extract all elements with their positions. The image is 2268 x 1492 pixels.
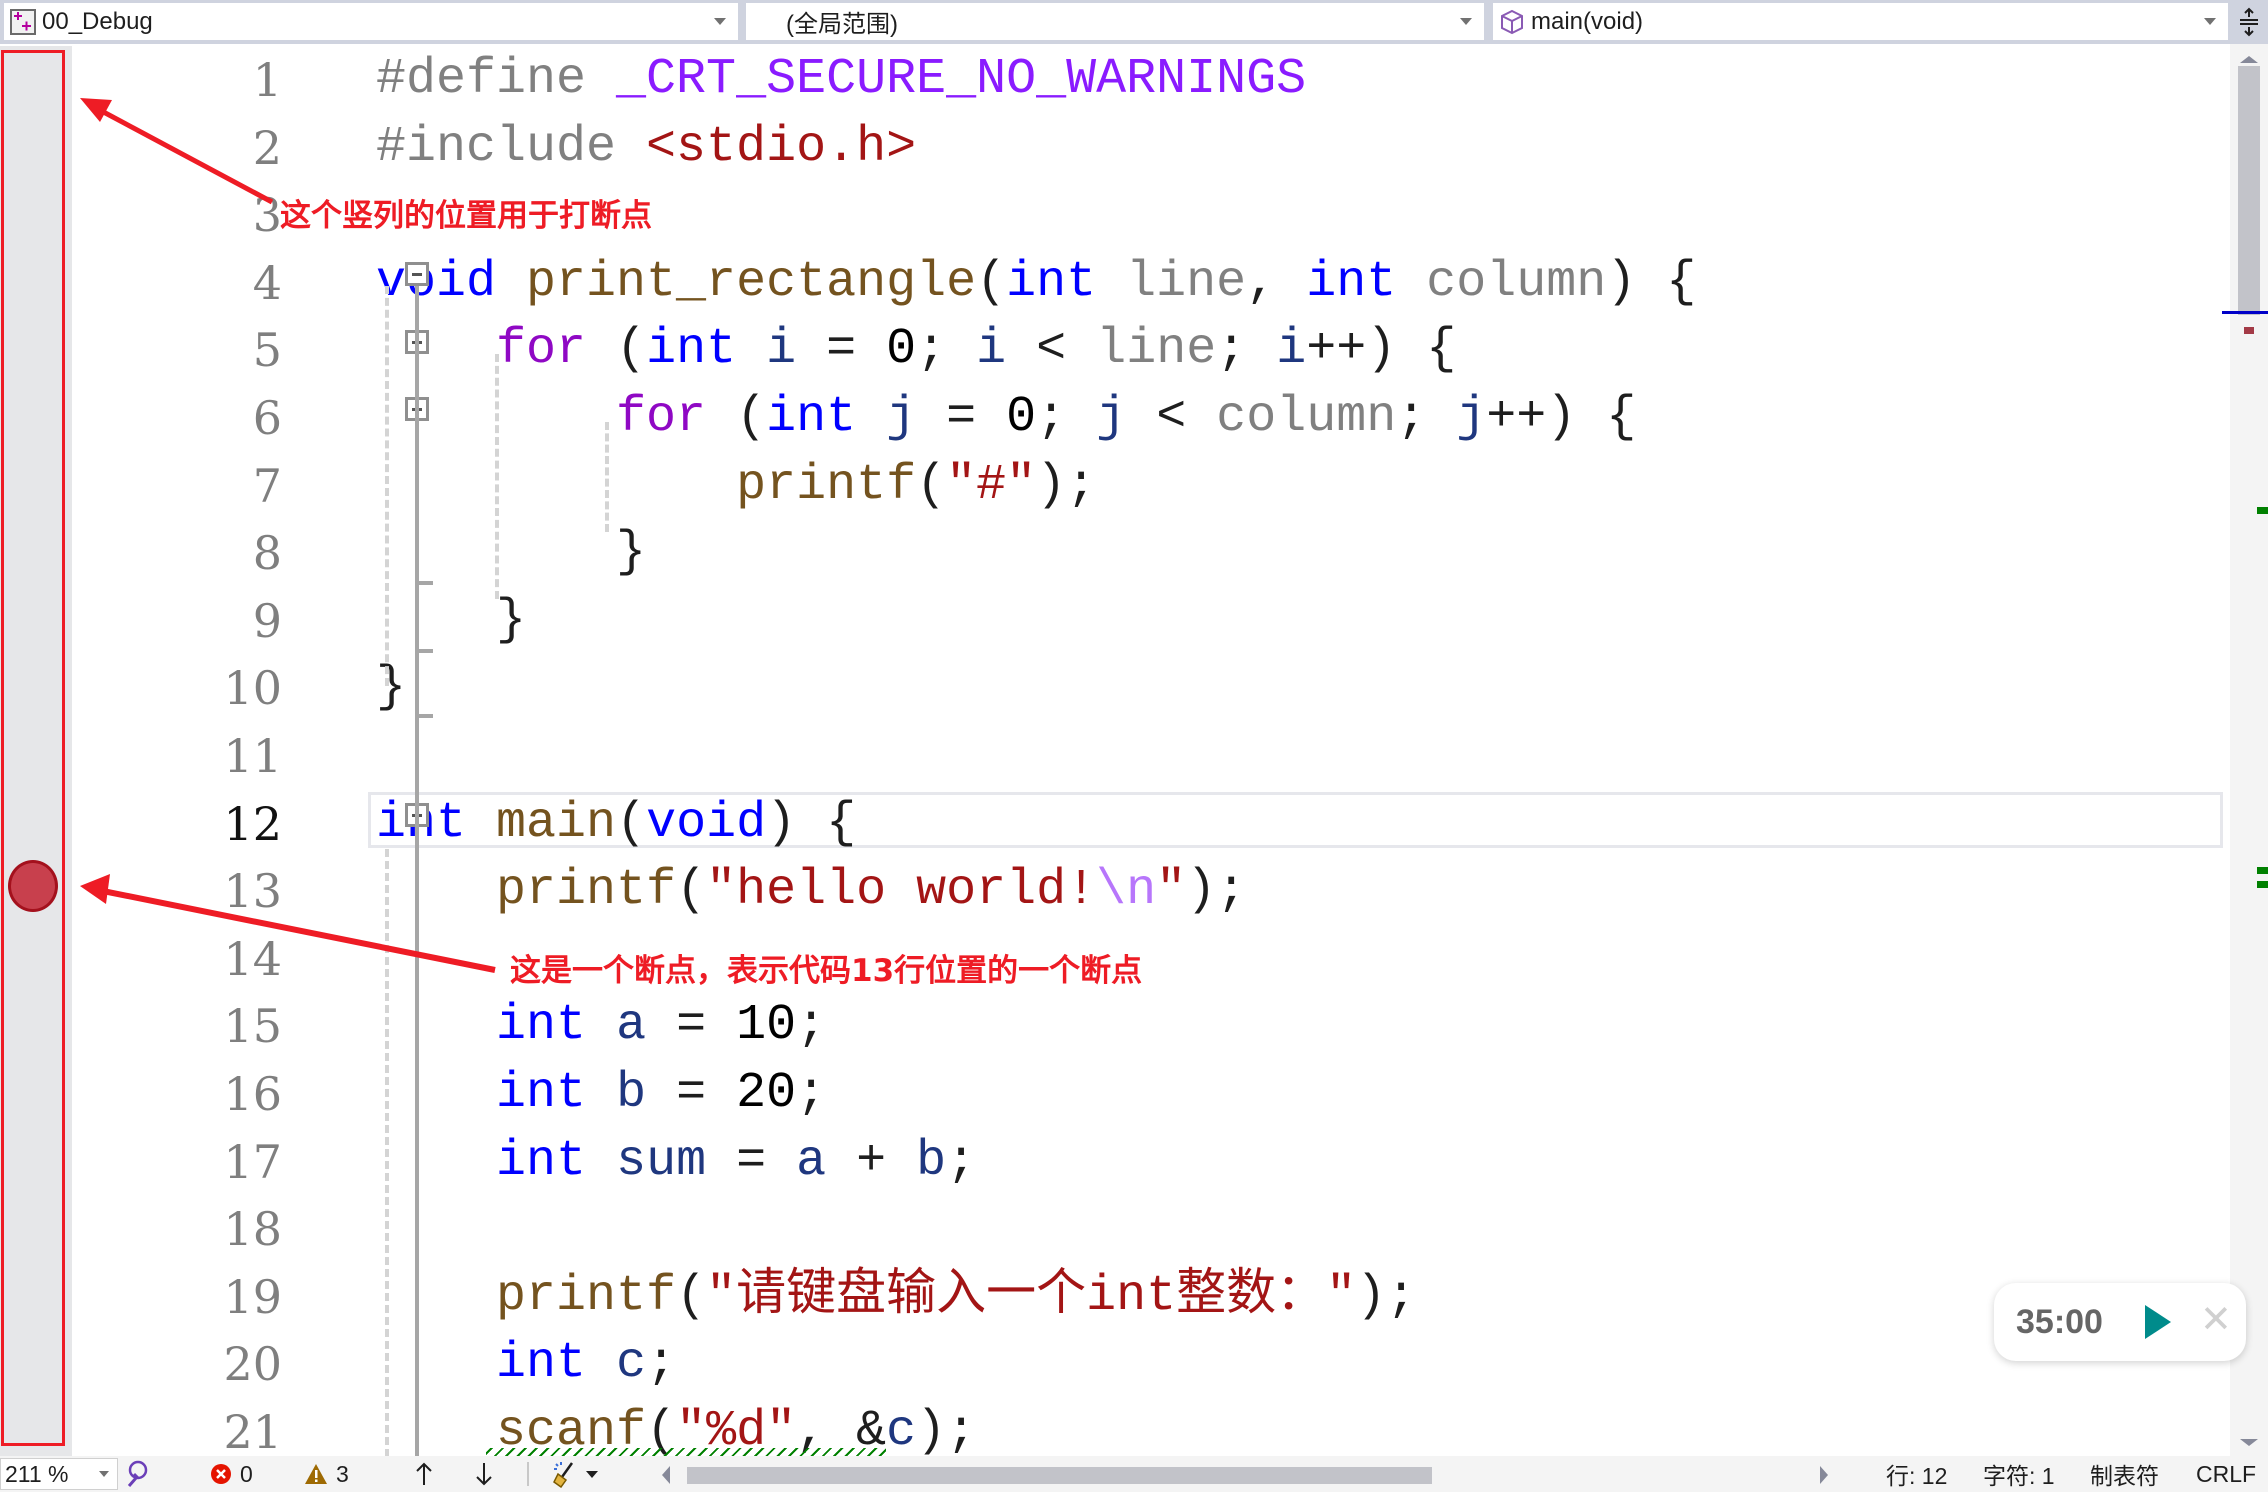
previous-issue-button[interactable] <box>414 1460 434 1488</box>
breakpoint-map-marker <box>2244 327 2254 334</box>
vertical-scroll-thumb[interactable] <box>2238 66 2260 315</box>
horizontal-scroll-thumb[interactable] <box>687 1467 1432 1484</box>
timer-time: 35:00 <box>2016 1303 2103 1341</box>
line-ending-indicator[interactable]: CRLF <box>2196 1460 2256 1488</box>
scroll-right-icon[interactable] <box>1820 1466 1828 1484</box>
arrow-up-icon <box>416 1462 432 1485</box>
code-cleanup-button[interactable] <box>552 1460 598 1488</box>
status-bar: 211 % 0 3 行: 12 字符: 1 制表符 CRLF <box>0 1456 2268 1492</box>
char-indicator[interactable]: 字符: 1 <box>1983 1460 2055 1489</box>
zoom-level-value: 211 % <box>5 1461 69 1487</box>
timer-widget: 35:00 ✕ <box>1994 1283 2246 1361</box>
indent-mode-indicator[interactable]: 制表符 <box>2090 1460 2159 1489</box>
close-icon[interactable]: ✕ <box>2200 1297 2232 1342</box>
warning-count: 3 <box>336 1460 349 1487</box>
arrow-to-gutter <box>80 98 274 205</box>
change-map-marker <box>2257 507 2268 514</box>
vertical-scrollbar[interactable] <box>2222 44 2268 1458</box>
next-issue-button[interactable] <box>474 1460 494 1488</box>
chevron-down-icon <box>586 1470 598 1478</box>
warnings-indicator[interactable]: 3 <box>304 1460 349 1488</box>
zoom-level-dropdown[interactable]: 211 % <box>0 1458 118 1490</box>
warning-icon <box>305 1464 327 1484</box>
arrow-to-breakpoint <box>80 874 496 973</box>
annotation-gutter-note: 这个竖列的位置用于打断点 <box>280 198 652 234</box>
caret-position-marker <box>2222 311 2268 314</box>
divider <box>527 1462 529 1486</box>
error-count: 0 <box>240 1460 253 1487</box>
change-map-marker <box>2257 881 2268 888</box>
scroll-up-icon[interactable] <box>2240 56 2258 63</box>
change-map-marker <box>2257 867 2268 874</box>
line-indicator[interactable]: 行: 12 <box>1886 1460 1947 1489</box>
scroll-down-icon[interactable] <box>2240 1439 2258 1446</box>
errors-indicator[interactable]: 0 <box>210 1460 253 1488</box>
broom-icon <box>553 1462 574 1488</box>
chevron-down-icon <box>99 1471 109 1477</box>
arrow-down-icon <box>476 1463 492 1486</box>
play-icon[interactable] <box>2145 1305 2171 1339</box>
scroll-left-icon[interactable] <box>662 1466 670 1484</box>
error-icon <box>211 1464 231 1484</box>
annotation-breakpoint-note: 这是一个断点，表示代码13行位置的一个断点 <box>510 953 1143 989</box>
intellicode-icon[interactable] <box>124 1460 150 1488</box>
